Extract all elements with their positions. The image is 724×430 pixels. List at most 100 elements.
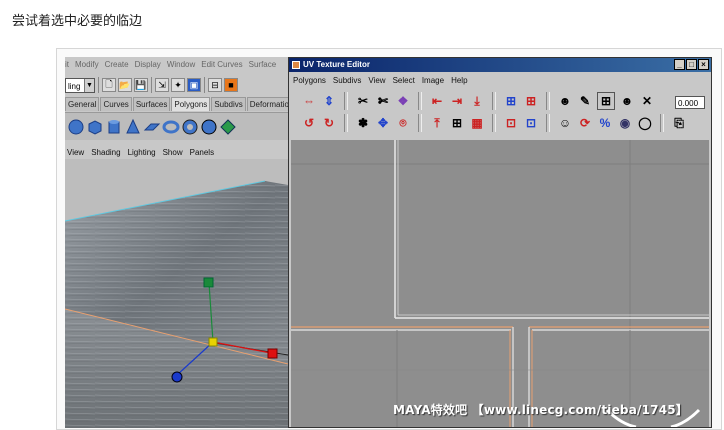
uv-editor-titlebar[interactable]: UV Texture Editor _ □ × [289,58,711,72]
align-bottom-icon[interactable]: ⤓ [469,93,485,109]
menu-item-edit[interactable]: it [65,60,69,69]
flip-v-icon[interactable]: ⇕ [321,93,337,109]
window-icon [292,61,300,69]
flip-u-icon[interactable]: ⇔ [301,93,317,109]
poly-torus-icon[interactable] [162,118,180,136]
align-right-icon[interactable]: ⇥ [449,93,465,109]
uv-canvas[interactable] [291,140,709,427]
menu-item-surfaces[interactable]: Surface [249,60,277,69]
tab-general[interactable]: General [65,97,100,111]
panel-menu-lighting[interactable]: Lighting [128,148,156,157]
manipulator-y-handle[interactable] [203,277,214,288]
menu-item-display[interactable]: Display [135,60,161,69]
uv-menu-subdivs[interactable]: Subdivs [333,76,361,85]
maya-main-window: it Modify Create Display Window Edit Cur… [65,57,288,428]
shaded-uv-icon[interactable]: ✎ [577,93,593,109]
render-icon[interactable]: ■ [224,78,238,92]
uv-editor-toolbar: ⇔ ⇕ ✂ ✄ ❖ ⇤ ⇥ ⤓ ⊞ ⊞ ☻ ✎ ⊞ ☻ ✕ ↺ ↻ ✽ ✥ ⌾ [289,90,711,138]
align-left-icon[interactable]: ⇤ [429,93,445,109]
checker-icon[interactable]: ▦ [469,115,485,131]
texture-grid-icon[interactable]: ⊞ [597,92,615,110]
sew-uv-icon[interactable]: ✄ [375,93,391,109]
divider [344,92,348,110]
menu-item-window[interactable]: Window [167,60,195,69]
rotate-ccw-icon[interactable]: ↺ [301,115,317,131]
poly-helix-icon[interactable] [200,118,218,136]
select-shell-icon[interactable]: ⊡ [503,115,519,131]
panel-menu-shading[interactable]: Shading [91,148,120,157]
manipulator-z-handle[interactable] [171,371,183,383]
uv-menu-image[interactable]: Image [422,76,444,85]
select-border-icon[interactable]: ⊡ [523,115,539,131]
isolate-select-icon[interactable]: ☻ [557,93,573,109]
select-object-icon[interactable]: ✦ [171,78,185,92]
tab-surfaces[interactable]: Surfaces [132,97,171,111]
manipulator-center-handle[interactable] [208,337,218,347]
refresh-icon[interactable]: ⟳ [577,115,593,131]
uv-editor-menubar: Polygons Subdivs View Select Image Help [289,73,468,87]
uv-menu-help[interactable]: Help [451,76,467,85]
poly-pipe-icon[interactable] [181,118,199,136]
chevron-down-icon[interactable]: ▼ [84,78,94,92]
image-icon[interactable]: ◉ [617,115,633,131]
move-sew-icon[interactable]: ❖ [395,93,411,109]
poly-cone-icon[interactable] [124,118,142,136]
panel-menu-show[interactable]: Show [163,148,183,157]
divider [418,92,422,110]
menu-set-combo[interactable]: ling ▼ [65,77,95,93]
panel-menu-panels[interactable]: Panels [190,148,214,157]
panel-menu-view[interactable]: View [67,148,84,157]
open-scene-icon[interactable]: 📂 [118,78,132,92]
uv-menu-select[interactable]: Select [393,76,415,85]
poly-sphere-icon[interactable] [67,118,85,136]
watermark-text: MAYA特效吧 【www.linecg.com/tieba/1745】 [393,403,689,417]
cut-uv-icon[interactable]: ✂ [355,93,371,109]
maximize-button[interactable]: □ [686,59,697,70]
uv-menu-polygons[interactable]: Polygons [293,76,326,85]
toolbar-row-1: ⇔ ⇕ ✂ ✄ ❖ ⇤ ⇥ ⤓ ⊞ ⊞ ☻ ✎ ⊞ ☻ ✕ [301,92,655,110]
tab-deformation[interactable]: Deformation [246,97,288,111]
page-caption: 尝试着选中必要的临边 [12,14,143,29]
uv-texture-editor-window: UV Texture Editor _ □ × Polygons Subdivs… [288,57,712,428]
save-scene-icon[interactable]: 💾 [134,78,148,92]
menu-item-modify[interactable]: Modify [75,60,99,69]
status-line: ling ▼ 🗋 📂 💾 ⇲ ✦ ▣ ⊟ ■ [65,74,288,96]
uv-value-field[interactable]: 0.000 [675,96,705,109]
tab-polygons[interactable]: Polygons [171,97,211,111]
select-hierarchy-icon[interactable]: ⇲ [155,78,169,92]
transform-icon[interactable]: ✕ [639,93,655,109]
divider [546,114,550,132]
grid-icon[interactable]: ⊞ [503,93,519,109]
menu-item-edit-curves[interactable]: Edit Curves [201,60,242,69]
new-scene-icon[interactable]: 🗋 [102,78,116,92]
manipulator-x-handle[interactable] [267,348,278,359]
display-image-icon[interactable]: ◯ [637,115,653,131]
snap-icon[interactable]: ⊟ [208,78,222,92]
poly-cylinder-icon[interactable] [105,118,123,136]
rotate-cw-icon[interactable]: ↻ [321,115,337,131]
poly-cube-icon[interactable] [86,118,104,136]
tab-subdivs[interactable]: Subdivs [211,97,246,111]
grid-add-icon[interactable]: ⊞ [523,93,539,109]
poly-plane-icon[interactable] [143,118,161,136]
grid-snap-icon[interactable]: ⊞ [449,115,465,131]
unfold-icon[interactable]: ✽ [355,115,371,131]
uv-editor-title: UV Texture Editor [303,60,370,69]
tab-curves[interactable]: Curves [100,97,132,111]
uv-menu-view[interactable]: View [368,76,385,85]
uv-canvas-drawing [291,140,709,427]
poly-platonic-icon[interactable] [219,118,237,136]
perspective-viewport[interactable] [65,159,288,428]
close-button[interactable]: × [698,59,709,70]
isolate-add-icon[interactable]: ☺ [557,115,573,131]
relax-icon[interactable]: ⌾ [395,115,411,131]
normalize-icon[interactable]: % [597,115,613,131]
menu-item-create[interactable]: Create [105,60,129,69]
layout-icon[interactable]: ✥ [375,115,391,131]
align-top-icon[interactable]: ⤒ [429,115,445,131]
copy-icon[interactable]: ⎘ [671,115,687,131]
pin-icon[interactable]: ☻ [619,93,635,109]
menu-set-value: ling [68,81,81,91]
minimize-button[interactable]: _ [674,59,685,70]
select-component-icon[interactable]: ▣ [187,78,201,92]
